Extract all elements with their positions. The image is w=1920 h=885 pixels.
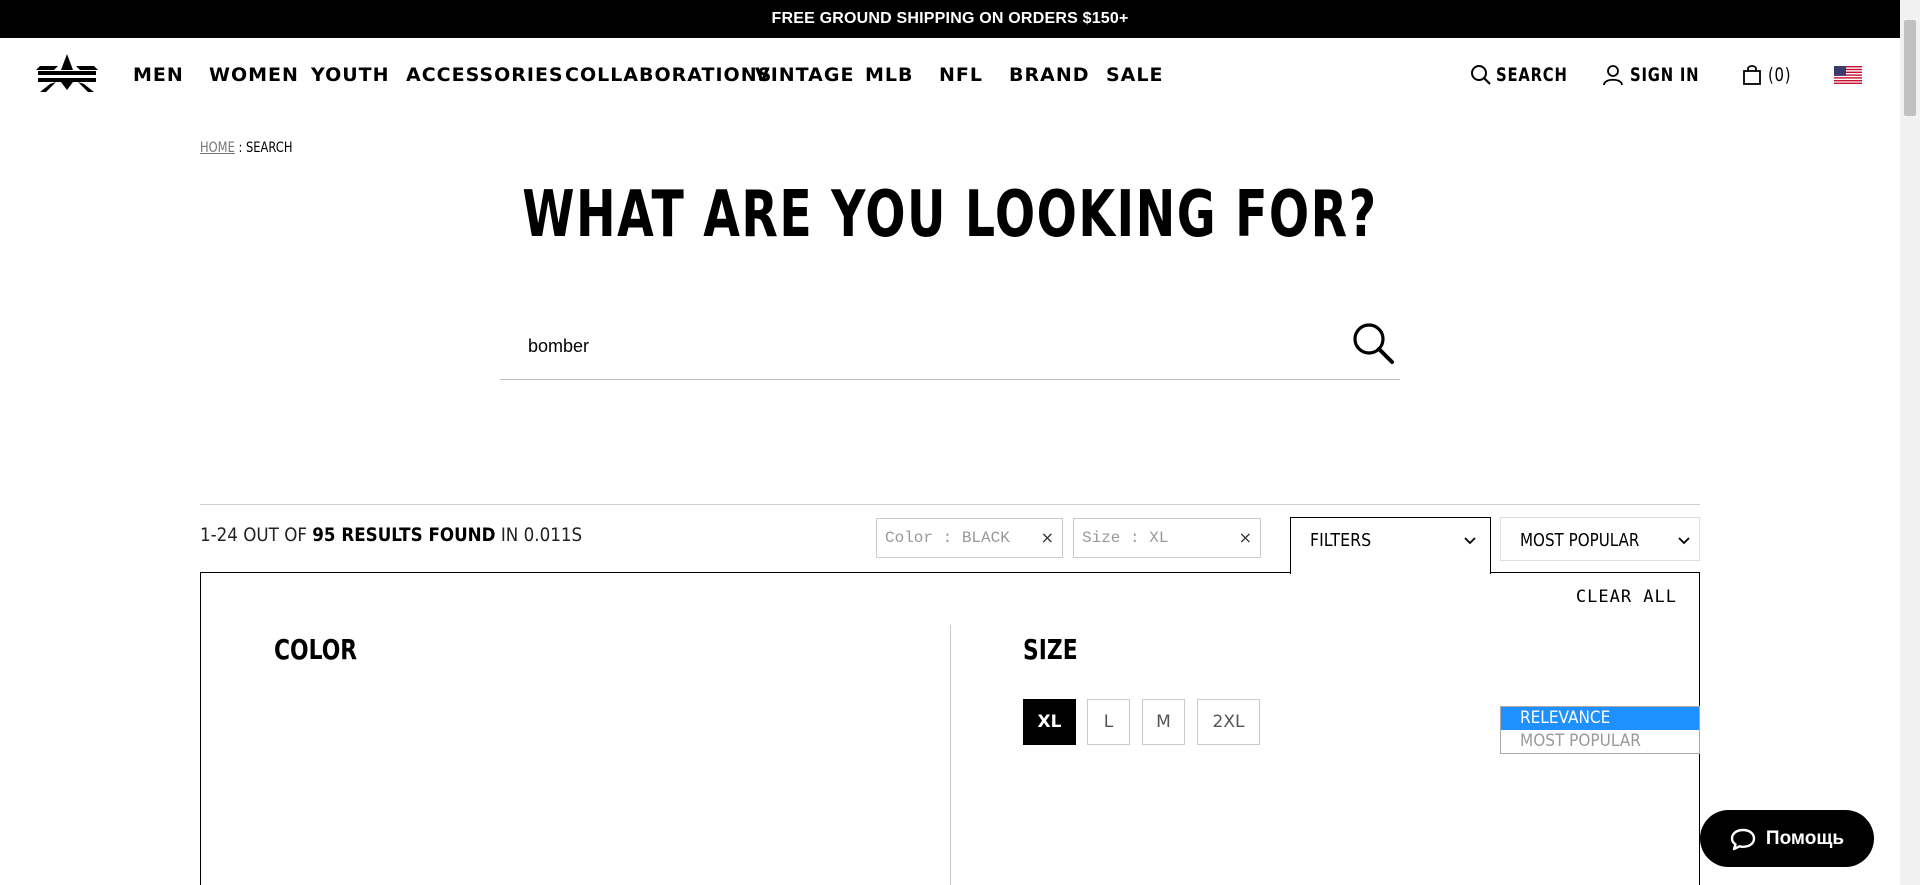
shopping-bag-icon <box>1743 65 1761 85</box>
sort-selected-label: MOST POPULAR <box>1520 530 1640 551</box>
nav-item-vintage[interactable]: VINTAGE <box>755 60 865 90</box>
size-heading: SIZE <box>1023 633 1078 666</box>
nav-item-youth[interactable]: YOUTH <box>311 60 406 90</box>
nav-item-sale[interactable]: SALE <box>1106 60 1166 90</box>
panel-divider <box>950 625 951 885</box>
filter-panel: CLEAR ALL COLOR SIZE XL L M 2XL <box>200 572 1700 885</box>
help-label: Помощь <box>1765 827 1845 849</box>
cart-button[interactable]: (0) <box>1742 60 1802 90</box>
promo-bar: FREE GROUND SHIPPING ON ORDERS $150+ <box>0 0 1900 38</box>
us-flag-icon[interactable] <box>1834 66 1862 84</box>
active-filter-label: Size : XL <box>1082 529 1169 547</box>
nav-item-accessories[interactable]: ACCESSORIES <box>406 60 565 90</box>
nav-item-mlb[interactable]: MLB <box>865 60 939 90</box>
active-filter-label: Color : BLACK <box>885 529 1010 547</box>
breadcrumb-home-link[interactable]: HOME <box>200 140 235 156</box>
search-bar <box>500 310 1400 380</box>
nav-item-brand[interactable]: BRAND <box>1009 60 1106 90</box>
size-option-m[interactable]: M <box>1142 699 1185 745</box>
nav-item-nfl[interactable]: NFL <box>939 60 1009 90</box>
size-option-l[interactable]: L <box>1087 699 1130 745</box>
sort-option-relevance[interactable]: RELEVANCE <box>1501 707 1699 730</box>
sort-select[interactable]: MOST POPULAR <box>1500 517 1700 561</box>
page-title: WHAT ARE YOU LOOKING FOR? <box>522 178 1378 252</box>
nav-item-collaborations[interactable]: COLLABORATIONS <box>565 60 771 90</box>
sign-in-button[interactable]: SIGN IN <box>1602 60 1732 90</box>
sort-option-most-popular[interactable]: MOST POPULAR <box>1501 730 1699 753</box>
chat-bubble-icon <box>1730 828 1756 850</box>
clear-all-button[interactable]: CLEAR ALL <box>1576 587 1677 607</box>
active-filter-chip-size: Size : XL × <box>1073 518 1261 558</box>
filters-label: FILTERS <box>1310 530 1372 551</box>
breadcrumb: HOME : SEARCH <box>200 140 292 156</box>
page-scrollbar[interactable] <box>1900 0 1920 885</box>
promo-text: FREE GROUND SHIPPING ON ORDERS $150+ <box>771 10 1129 27</box>
breadcrumb-separator: : <box>234 140 247 156</box>
header-search-button[interactable]: SEARCH <box>1470 60 1600 90</box>
remove-filter-icon[interactable]: × <box>1239 528 1252 547</box>
size-option-2xl[interactable]: 2XL <box>1197 699 1260 745</box>
cart-count: (0) <box>1768 64 1792 86</box>
brand-logo-icon[interactable] <box>36 52 98 92</box>
nav-item-men[interactable]: MEN <box>133 60 209 90</box>
search-icon <box>1471 65 1491 85</box>
results-summary: 1-24 OUT OF 95 RESULTS FOUND IN 0.011S <box>200 524 583 546</box>
active-filter-chip-color: Color : BLACK × <box>876 518 1063 558</box>
search-submit-icon[interactable] <box>1350 320 1396 366</box>
chevron-down-icon <box>1464 537 1476 545</box>
chevron-down-icon <box>1678 537 1690 545</box>
filters-toggle-button[interactable]: FILTERS <box>1290 517 1491 574</box>
nav-item-women[interactable]: WOMEN <box>209 60 311 90</box>
user-icon <box>1603 65 1623 86</box>
header-search-label: SEARCH <box>1496 64 1568 86</box>
sign-in-label: SIGN IN <box>1630 64 1700 86</box>
results-divider <box>200 504 1700 505</box>
sort-dropdown-list: RELEVANCE MOST POPULAR <box>1500 706 1700 754</box>
scrollbar-thumb[interactable] <box>1904 20 1916 116</box>
main-nav: MEN WOMEN YOUTH ACCESSORIES COLLABORATIO… <box>133 60 1166 90</box>
breadcrumb-current: SEARCH <box>246 140 293 156</box>
color-heading: COLOR <box>274 633 358 666</box>
size-option-xl[interactable]: XL <box>1023 699 1076 745</box>
site-header: MEN WOMEN YOUTH ACCESSORIES COLLABORATIO… <box>0 38 1900 112</box>
remove-filter-icon[interactable]: × <box>1041 528 1054 547</box>
search-input[interactable] <box>528 328 1308 364</box>
help-chat-button[interactable]: Помощь <box>1700 810 1874 867</box>
